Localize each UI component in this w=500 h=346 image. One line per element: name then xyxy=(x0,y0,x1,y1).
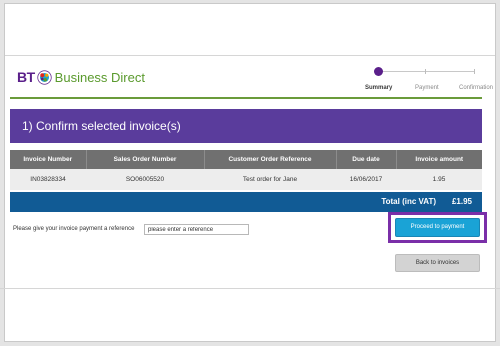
bt-logo[interactable]: BT Business Direct xyxy=(17,69,145,85)
col-invoice-amount: Invoice amount xyxy=(396,150,482,169)
col-sales-order-number: Sales Order Number xyxy=(86,150,205,169)
cell-invoice-amount: 1.95 xyxy=(396,169,482,190)
cell-sales-order-number: SO06005520 xyxy=(86,169,204,190)
step-summary-dot-icon xyxy=(374,67,383,76)
reference-label: Please give your invoice payment a refer… xyxy=(13,226,135,232)
table-header-row: Invoice Number Sales Order Number Custom… xyxy=(10,150,482,169)
proceed-to-payment-button[interactable]: Proceed to payment xyxy=(395,218,480,237)
col-customer-order-reference: Customer Order Reference xyxy=(204,150,337,169)
step-summary: Summary xyxy=(365,85,393,91)
header-divider xyxy=(10,97,482,99)
bt-logo-text: BT xyxy=(17,69,35,85)
col-invoice-number: Invoice Number xyxy=(10,150,87,169)
step-payment-marker-icon xyxy=(425,69,426,74)
step-payment: Payment xyxy=(415,85,439,91)
total-label: Total (inc VAT) xyxy=(381,197,436,206)
col-due-date: Due date xyxy=(336,150,397,169)
footer-divider xyxy=(0,288,500,289)
bt-globe-icon xyxy=(37,69,52,85)
total-amount: £1.95 xyxy=(451,197,472,206)
cell-invoice-number: IN03828334 xyxy=(10,169,86,190)
cell-due-date: 16/06/2017 xyxy=(336,169,396,190)
cell-customer-order-reference: Test order for Jane xyxy=(204,169,336,190)
step-confirmation-marker-icon xyxy=(474,69,475,74)
invoice-table: Invoice Number Sales Order Number Custom… xyxy=(10,150,482,190)
back-to-invoices-button[interactable]: Back to invoices xyxy=(395,254,480,272)
reference-input[interactable] xyxy=(144,224,249,235)
business-direct-label: Business Direct xyxy=(54,69,145,85)
total-bar: Total (inc VAT) £1.95 xyxy=(10,192,482,212)
table-row: IN03828334 SO06005520 Test order for Jan… xyxy=(10,169,482,190)
step-confirmation: Confirmation xyxy=(459,85,494,91)
site-header: BT Business Direct Summary Payment Confi… xyxy=(5,57,495,101)
top-strip xyxy=(5,4,495,56)
section-banner: 1) Confirm selected invoice(s) xyxy=(10,109,482,143)
progress-steps: Summary Payment Confirmation xyxy=(357,63,494,95)
section-title: 1) Confirm selected invoice(s) xyxy=(22,119,181,133)
